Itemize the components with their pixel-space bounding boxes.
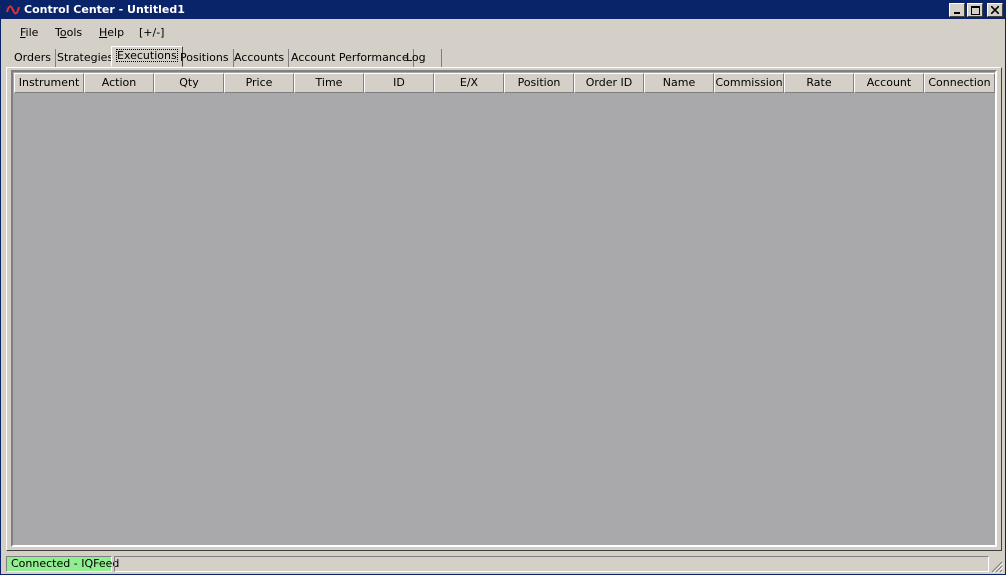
col-instrument[interactable]: Instrument (14, 73, 84, 93)
col-order-id[interactable]: Order ID (574, 73, 644, 93)
minimize-icon (954, 12, 960, 14)
tab-strategies[interactable]: Strategies (53, 49, 119, 68)
grid-header: Instrument Action Qty Price Time ID E/X … (14, 73, 995, 93)
col-ex[interactable]: E/X (434, 73, 504, 93)
col-connection[interactable]: Connection (924, 73, 995, 93)
col-action[interactable]: Action (84, 73, 154, 93)
tab-account-performance[interactable]: Account Performance (287, 49, 414, 68)
tab-executions[interactable]: Executions (111, 46, 183, 67)
menu-tools[interactable]: Tools (55, 26, 82, 39)
window-controls (949, 3, 1003, 17)
col-name[interactable]: Name (644, 73, 714, 93)
control-center-window: Control Center - Untitled1 File Tools He… (0, 0, 1006, 575)
col-rate[interactable]: Rate (784, 73, 854, 93)
connection-status: Connected - IQFeed (6, 556, 119, 572)
tab-positions[interactable]: Positions (176, 49, 234, 68)
window-title: Control Center - Untitled1 (24, 3, 185, 16)
close-icon (991, 6, 999, 14)
col-price[interactable]: Price (224, 73, 294, 93)
resize-grip-icon[interactable] (991, 561, 1003, 573)
menu-file[interactable]: File (20, 26, 38, 39)
menu-toggle[interactable]: [+/-] (139, 26, 164, 39)
title-bar[interactable]: Control Center - Untitled1 (1, 1, 1005, 19)
status-panel (114, 556, 989, 572)
col-position[interactable]: Position (504, 73, 574, 93)
col-time[interactable]: Time (294, 73, 364, 93)
tab-strip: Orders Strategies Executions Positions A… (1, 45, 1005, 69)
col-account[interactable]: Account (854, 73, 924, 93)
minimize-button[interactable] (949, 3, 965, 17)
maximize-icon (970, 5, 980, 15)
app-icon (6, 5, 20, 15)
tab-log[interactable]: Log (402, 49, 442, 68)
maximize-button[interactable] (967, 3, 983, 17)
menu-bar: File Tools Help [+/-] (1, 20, 1005, 43)
tab-orders[interactable]: Orders (10, 49, 56, 68)
menu-help[interactable]: Help (99, 26, 124, 39)
status-bar: Connected - IQFeed (1, 555, 1005, 574)
tab-accounts[interactable]: Accounts (230, 49, 290, 68)
close-button[interactable] (987, 3, 1003, 17)
col-commission[interactable]: Commission (714, 73, 784, 93)
col-qty[interactable]: Qty (154, 73, 224, 93)
col-id[interactable]: ID (364, 73, 434, 93)
executions-grid[interactable]: Instrument Action Qty Price Time ID E/X … (11, 70, 997, 547)
